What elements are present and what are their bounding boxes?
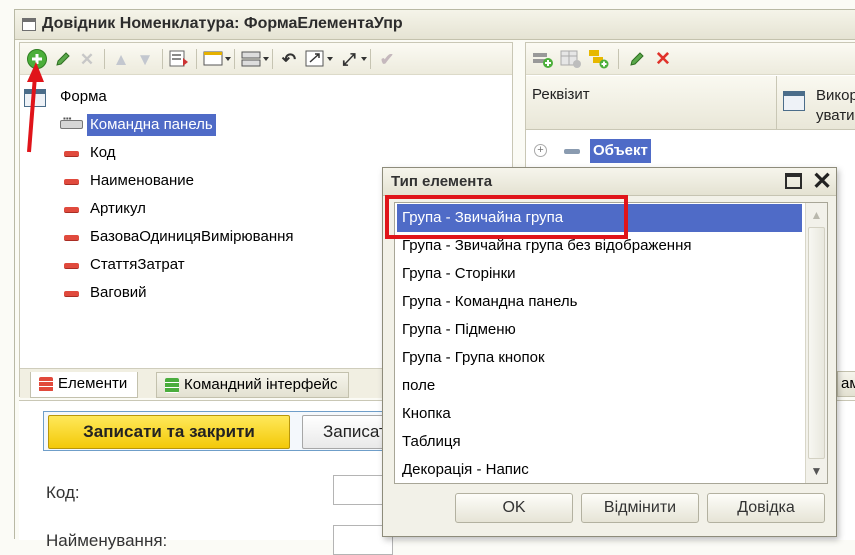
- list-item[interactable]: Група - Група кнопок: [397, 344, 802, 372]
- highlight-annotation: [385, 195, 628, 239]
- attributes-header: Реквізит Викор увати: [526, 76, 855, 130]
- tab-label: Командний інтерфейс: [184, 376, 338, 393]
- tab-partial[interactable]: ам: [837, 371, 855, 397]
- tree-root-form[interactable]: Форма: [60, 86, 107, 108]
- field-icon: [64, 263, 79, 269]
- column-header-vykorystovuvaty[interactable]: Викор увати: [816, 86, 855, 126]
- object-label[interactable]: Объект: [590, 139, 651, 163]
- list-item[interactable]: Таблиця: [397, 428, 802, 456]
- group-dropdown-icon[interactable]: [240, 48, 262, 70]
- add-attribute-icon[interactable]: [532, 48, 554, 70]
- list-item[interactable]: Група - Сторінки: [397, 260, 802, 288]
- field-icon: [64, 291, 79, 297]
- element-type-list: Група - Звичайна група Група - Звичайна …: [394, 202, 828, 484]
- attributes-toolbar: ✕: [526, 43, 855, 75]
- help-button[interactable]: Довідка: [707, 493, 825, 523]
- expand-icon[interactable]: +: [534, 144, 547, 157]
- restore-icon[interactable]: ↶: [278, 48, 300, 70]
- command-panel-icon: [60, 114, 83, 129]
- object-icon: [564, 149, 580, 154]
- command-interface-stack-icon: [165, 378, 179, 393]
- resize-dropdown-icon[interactable]: [304, 48, 326, 70]
- move-up-icon[interactable]: ▲: [110, 48, 132, 70]
- dialog-title-bar: Тип елемента ✕: [383, 168, 836, 196]
- field-icon: [64, 235, 79, 241]
- check-icon[interactable]: ✔: [376, 48, 398, 70]
- expand-dropdown-icon[interactable]: ⤢: [338, 48, 360, 70]
- field-icon: [64, 151, 79, 157]
- scroll-up-icon[interactable]: ▲: [806, 203, 827, 227]
- list-item[interactable]: поле: [397, 372, 802, 400]
- column-divider: [776, 76, 777, 130]
- kod-label: Код:: [46, 483, 80, 502]
- delete-x-icon[interactable]: ✕: [76, 48, 98, 70]
- field-icon: [64, 179, 79, 185]
- properties-icon[interactable]: [168, 48, 190, 70]
- tree-item-naimenovanie[interactable]: Наименование: [90, 170, 194, 192]
- edit-pencil-icon[interactable]: [52, 48, 74, 70]
- list-item[interactable]: Декорація - Напис: [397, 456, 802, 484]
- tab-komandnyi-interfeis[interactable]: Командний інтерфейс: [156, 372, 349, 398]
- ok-button[interactable]: OK: [455, 493, 573, 523]
- column-header-rekvizyt[interactable]: Реквізит: [532, 86, 590, 103]
- tree-item-bazova-odynytsia[interactable]: БазоваОдиницяВимірювання: [90, 226, 294, 248]
- naimenuvannia-label: Найменування:: [46, 531, 168, 550]
- elements-stack-icon: [39, 377, 53, 392]
- tree-item-stattia-zatrat[interactable]: СтаттяЗатрат: [90, 254, 185, 276]
- add-column-icon[interactable]: [588, 48, 610, 70]
- elements-toolbar: ✕ ▲ ▼ ↶ ⤢ ✔: [20, 43, 512, 75]
- title-bar: Довідник Номенклатура: ФормаЕлементаУпр: [15, 10, 855, 40]
- add-icon[interactable]: [26, 48, 48, 70]
- list-item[interactable]: Група - Командна панель: [397, 288, 802, 316]
- list-item[interactable]: Група - Підменю: [397, 316, 802, 344]
- form-icon: [24, 89, 46, 107]
- dialog-title: Тип елемента: [391, 173, 493, 190]
- tab-elementy[interactable]: Елементи: [30, 372, 139, 398]
- tree-item-command-panel[interactable]: Командна панель: [87, 114, 216, 136]
- scroll-down-icon[interactable]: ▼: [806, 459, 827, 483]
- tree-item-kod[interactable]: Код: [90, 142, 116, 164]
- tab-partial-label: ам: [841, 375, 855, 392]
- display-dropdown-icon[interactable]: [202, 48, 224, 70]
- move-down-icon[interactable]: ▼: [134, 48, 156, 70]
- window-icon: [22, 18, 36, 31]
- list-scrollbar[interactable]: ▲ ▼: [805, 203, 827, 483]
- save-and-close-button[interactable]: Записати та закрити: [48, 415, 290, 449]
- tree-item-vagovyi[interactable]: Ваговий: [90, 282, 147, 304]
- close-icon[interactable]: ✕: [812, 168, 832, 196]
- list-item[interactable]: Кнопка: [397, 400, 802, 428]
- scroll-thumb[interactable]: [808, 227, 825, 459]
- window-title: Довідник Номенклатура: ФормаЕлементаУпр: [42, 15, 403, 32]
- cancel-button[interactable]: Відмінити: [581, 493, 699, 523]
- tree-item-artikul[interactable]: Артикул: [90, 198, 146, 220]
- tab-label: Елементи: [58, 375, 128, 392]
- field-icon: [64, 207, 79, 213]
- add-table-icon[interactable]: [560, 48, 582, 70]
- edit-pencil-icon[interactable]: [626, 48, 648, 70]
- form-icon: [783, 91, 805, 111]
- delete-x-icon[interactable]: ✕: [652, 48, 674, 70]
- maximize-icon[interactable]: [785, 173, 802, 189]
